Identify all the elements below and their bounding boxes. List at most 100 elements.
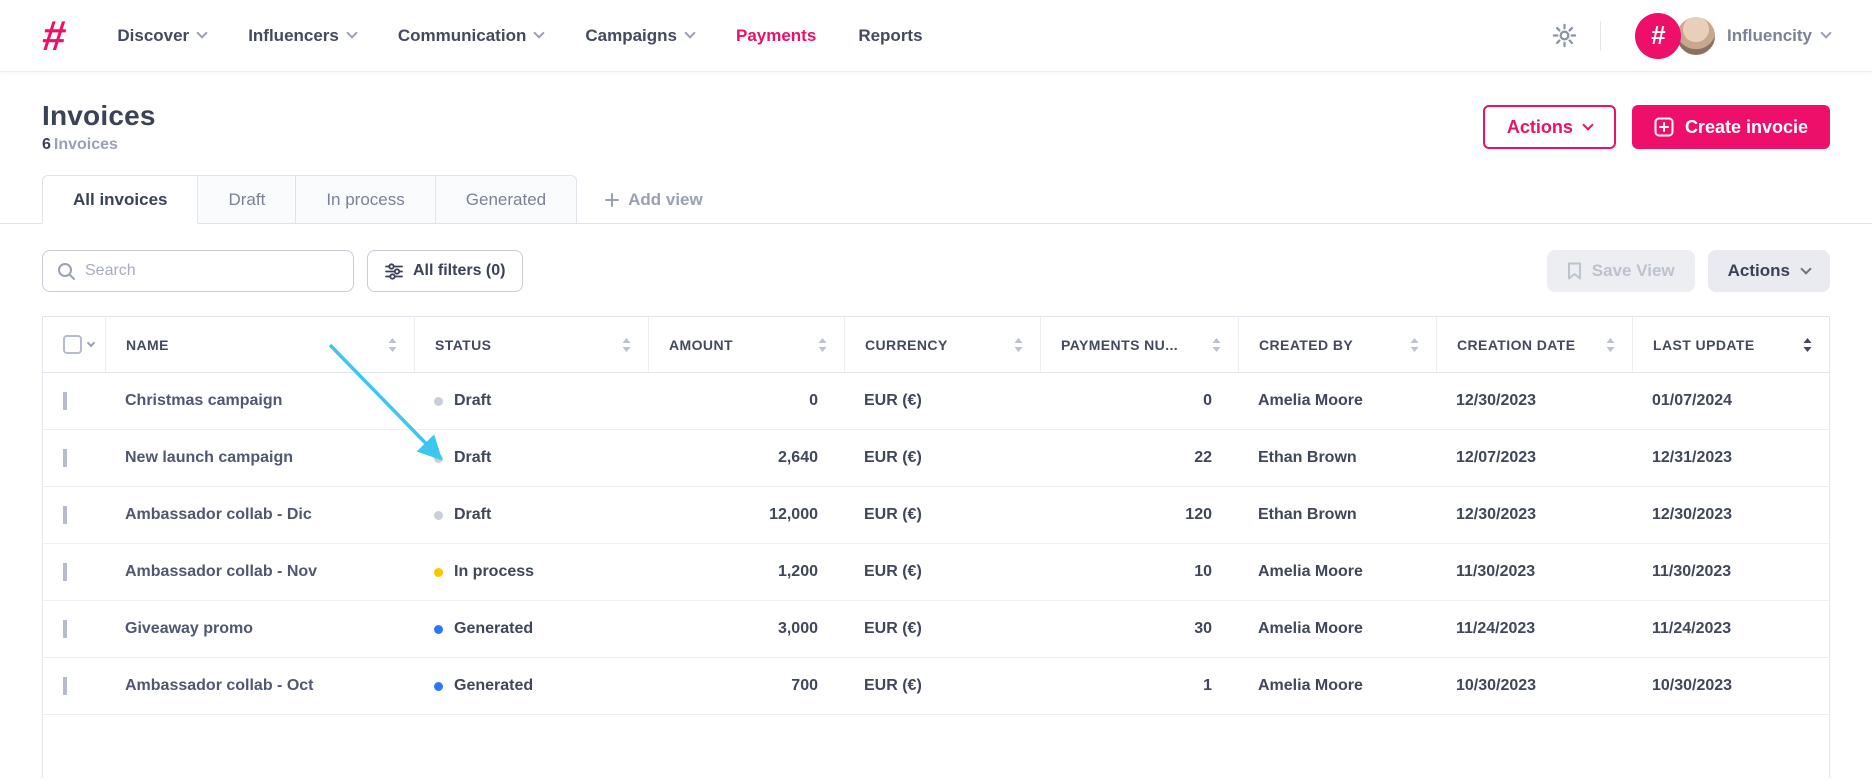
status-cell: Draft [414, 392, 648, 410]
sort-icon [622, 337, 631, 352]
created-by-cell: Ethan Brown [1258, 506, 1357, 523]
status-cell: Generated [414, 677, 648, 695]
select-all-cell [43, 317, 105, 372]
created-by-cell: Amelia Moore [1258, 677, 1363, 694]
column-header-amount[interactable]: AMOUNT [648, 317, 844, 372]
table-row[interactable]: Giveaway promo Generated 3,000 EUR (€) 3… [43, 601, 1829, 658]
table-row[interactable]: New launch campaign Draft 2,640 EUR (€) … [43, 430, 1829, 487]
save-view-button[interactable]: Save View [1546, 250, 1695, 292]
create-button-label: Create invocie [1684, 116, 1808, 137]
chevron-down-icon [533, 27, 546, 39]
all-filters-button[interactable]: All filters (0) [367, 250, 524, 292]
row-checkbox[interactable] [63, 677, 67, 695]
table-actions-button[interactable]: Actions [1707, 250, 1830, 292]
actions-dropdown-button[interactable]: Actions [1482, 105, 1616, 149]
creation-date-cell: 11/30/2023 [1456, 563, 1536, 580]
amount-cell: 2,640 [777, 449, 818, 466]
row-checkbox-cell [43, 563, 105, 581]
tabs-bar: All invoices Draft In process Generated … [0, 174, 1872, 224]
create-invoice-button[interactable]: Create invocie [1631, 105, 1830, 149]
row-checkbox-cell [43, 677, 105, 695]
nav-item-influencers[interactable]: Influencers [248, 26, 358, 46]
nav-item-communication[interactable]: Communication [397, 25, 546, 46]
status-dot-icon [434, 453, 443, 463]
tab-generated[interactable]: Generated [435, 175, 578, 224]
nav-item-reports[interactable]: Reports [858, 26, 922, 46]
status-cell: In process [414, 563, 648, 581]
nav-item-campaigns[interactable]: Campaigns [585, 25, 696, 46]
column-header-label: LAST UPDATE [1653, 336, 1755, 353]
creation-date-cell: 12/30/2023 [1456, 506, 1537, 523]
settings-gear-icon[interactable] [1551, 22, 1578, 49]
column-header-label: STATUS [435, 336, 492, 353]
tab-in-process[interactable]: In process [296, 175, 436, 224]
filters-sliders-icon [385, 262, 403, 280]
table-row[interactable]: Ambassador collab - Dic Draft 12,000 EUR… [43, 487, 1829, 544]
page-header: Invoices 6 Invoices Actions Create invoci… [0, 72, 1872, 174]
select-options-chevron-icon[interactable] [86, 338, 96, 348]
search-input[interactable] [85, 262, 339, 280]
row-checkbox[interactable] [63, 449, 67, 467]
last-update-cell: 12/31/2023 [1652, 449, 1733, 466]
tab-all-invoices[interactable]: All invoices [42, 175, 199, 224]
last-update-cell: 10/30/2023 [1652, 677, 1733, 694]
table-row[interactable]: Ambassador collab - Nov In process 1,200… [43, 544, 1829, 601]
currency-cell: EUR (€) [864, 563, 922, 580]
row-checkbox-cell [43, 449, 105, 467]
chevron-down-icon [346, 27, 358, 39]
column-header-creation-date[interactable]: CREATION DATE [1436, 317, 1632, 372]
row-checkbox[interactable] [63, 563, 67, 581]
column-header-status[interactable]: STATUS [414, 317, 648, 372]
page-title: Invoices [42, 100, 156, 131]
last-update-cell: 11/24/2023 [1652, 620, 1732, 637]
divider [1599, 20, 1601, 51]
status-dot-icon [434, 510, 443, 520]
currency-cell: EUR (€) [864, 449, 922, 466]
column-header-currency[interactable]: CURRENCY [844, 317, 1040, 372]
chevron-down-icon [196, 27, 208, 39]
search-box [42, 250, 354, 292]
tab-draft[interactable]: Draft [198, 175, 297, 224]
invoice-name-cell: Ambassador collab - Nov [125, 563, 318, 580]
status-cell: Generated [414, 620, 648, 638]
column-header-label: CREATION DATE [1457, 336, 1576, 353]
add-view-button[interactable]: Add view [605, 175, 703, 224]
save-view-label: Save View [1591, 261, 1675, 280]
creation-date-cell: 12/30/2023 [1456, 392, 1537, 409]
brand-logo-icon[interactable]: # [40, 12, 68, 59]
sort-icon [388, 337, 397, 352]
user-avatar [1674, 14, 1717, 57]
row-checkbox[interactable] [63, 506, 67, 524]
created-by-cell: Amelia Moore [1258, 620, 1363, 637]
sort-icon [818, 337, 827, 352]
select-all-checkbox[interactable] [63, 335, 82, 354]
nav-item-discover[interactable]: Discover [117, 26, 208, 46]
header-buttons: Actions Create invocie [1482, 105, 1830, 149]
amount-cell: 0 [809, 392, 818, 409]
sort-icon [1212, 337, 1221, 352]
invoice-count-label: Invoices [53, 136, 118, 153]
table-row[interactable]: Ambassador collab - Oct Generated 700 EU… [43, 658, 1829, 715]
column-header-last-update[interactable]: LAST UPDATE [1632, 317, 1829, 372]
row-checkbox[interactable] [63, 392, 67, 410]
column-header-payments-nu[interactable]: PAYMENTS NU... [1040, 317, 1238, 372]
table-row[interactable]: Christmas campaign Draft 0 EUR (€) 0 Ame… [43, 373, 1829, 430]
payments-number-cell: 1 [1203, 677, 1212, 694]
chevron-down-icon [1820, 27, 1832, 39]
actions-button-label: Actions [1506, 116, 1573, 137]
row-checkbox[interactable] [63, 620, 67, 638]
payments-number-cell: 0 [1203, 392, 1212, 409]
top-navigation: # Discover Influencers Communication Cam… [0, 0, 1872, 72]
sort-icon [1606, 337, 1615, 352]
column-header-created-by[interactable]: CREATED BY [1238, 317, 1436, 372]
created-by-cell: Amelia Moore [1258, 563, 1363, 580]
invoice-name-cell: New launch campaign [125, 449, 294, 466]
account-menu[interactable]: # Influencity [1634, 12, 1832, 59]
add-view-label: Add view [628, 189, 703, 209]
invoices-table: NAME STATUS AMOUNT CURRENCY PAYMENTS NU.… [42, 316, 1830, 778]
status-label: Generated [454, 677, 534, 694]
column-header-name[interactable]: NAME [105, 317, 414, 372]
nav-item-payments[interactable]: Payments [736, 26, 816, 46]
nav-item-label: Communication [397, 25, 527, 45]
nav-item-label: Campaigns [585, 25, 677, 45]
